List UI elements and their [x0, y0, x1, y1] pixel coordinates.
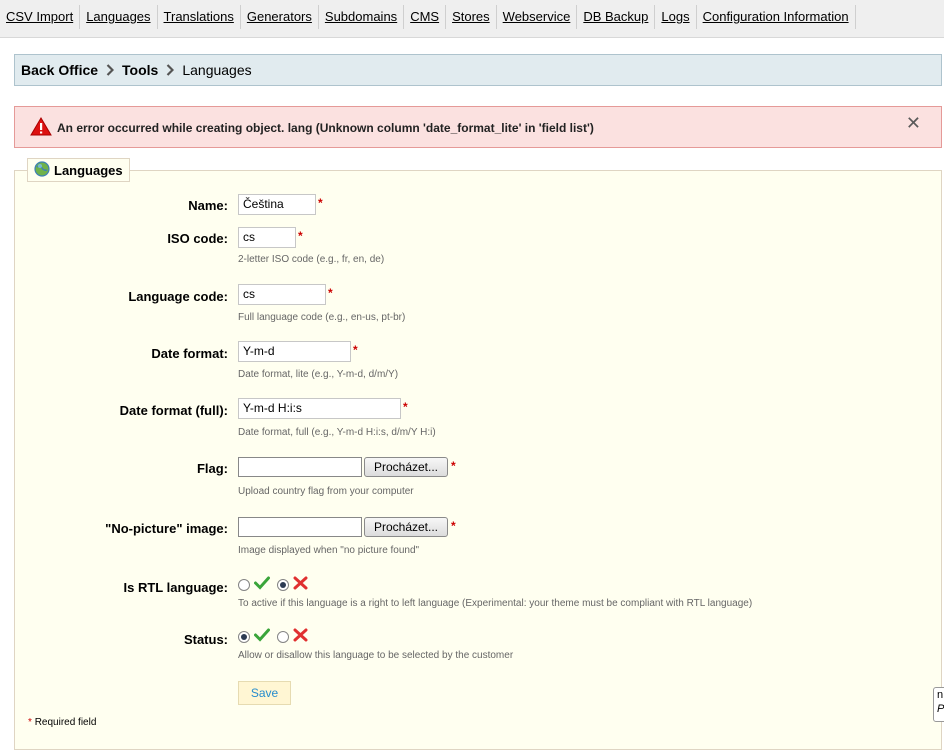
- no-picture-browse-button[interactable]: Procházet...: [364, 517, 448, 537]
- required-mark: *: [403, 400, 408, 414]
- flag-label: Flag:: [196, 461, 228, 476]
- save-button[interactable]: Save: [238, 681, 291, 705]
- tab-stores[interactable]: Stores: [446, 5, 497, 29]
- breadcrumb-tools[interactable]: Tools: [122, 62, 158, 78]
- green-check-icon: [254, 576, 270, 593]
- date-format-hint: Date format, lite (e.g., Y-m-d, d/m/Y): [238, 369, 399, 380]
- tools-tabs: CSV Import Languages Translations Genera…: [0, 5, 856, 29]
- date-format-full-label: Date format (full):: [119, 403, 228, 418]
- no-picture-file-input[interactable]: [238, 517, 362, 537]
- red-cross-icon: [293, 628, 308, 645]
- iso-code-label: ISO code:: [167, 231, 228, 246]
- language-code-input[interactable]: cs: [238, 284, 326, 305]
- fieldset-legend: Languages: [27, 158, 130, 182]
- required-mark: *: [318, 196, 323, 210]
- green-check-icon: [254, 628, 270, 645]
- tab-languages[interactable]: Languages: [80, 5, 158, 29]
- red-cross-icon: [293, 576, 308, 593]
- tab-cms[interactable]: CMS: [404, 5, 447, 29]
- status-label: Status:: [183, 632, 228, 647]
- legend-title: Languages: [54, 162, 123, 178]
- status-hint: Allow or disallow this language to be se…: [238, 650, 514, 661]
- flag-file-input[interactable]: [238, 457, 362, 477]
- rtl-no-radio[interactable]: [277, 579, 289, 591]
- warning-triangle-icon: [30, 117, 52, 139]
- flag-hint: Upload country flag from your computer: [238, 486, 414, 497]
- language-code-hint: Full language code (e.g., en-us, pt-br): [238, 312, 406, 323]
- language-code-label: Language code:: [128, 289, 228, 304]
- flag-browse-button[interactable]: Procházet...: [364, 457, 448, 477]
- chevron-right-icon: [158, 63, 182, 77]
- tab-generators[interactable]: Generators: [241, 5, 319, 29]
- tab-translations[interactable]: Translations: [158, 5, 241, 29]
- error-message-box: An error occurred while creating object.…: [14, 106, 942, 148]
- required-field-text: Required field: [34, 717, 97, 728]
- error-text: An error occurred while creating object.…: [57, 121, 594, 135]
- required-mark: *: [451, 459, 456, 473]
- status-no-radio[interactable]: [277, 631, 289, 643]
- top-tab-bar: CSV Import Languages Translations Genera…: [0, 0, 944, 38]
- languages-fieldset: [14, 170, 942, 750]
- required-mark: *: [451, 519, 456, 533]
- rtl-label: Is RTL language:: [123, 580, 229, 595]
- tab-csv-import[interactable]: CSV Import: [0, 5, 81, 29]
- name-label: Name:: [188, 198, 228, 213]
- tab-webservice[interactable]: Webservice: [497, 5, 578, 29]
- close-icon[interactable]: ✕: [906, 114, 921, 132]
- required-mark: *: [353, 343, 358, 357]
- breadcrumb-back-office[interactable]: Back Office: [21, 62, 98, 78]
- breadcrumb: Back Office Tools Languages: [14, 54, 942, 86]
- tooltip-line-2: P: [937, 703, 944, 715]
- date-format-input[interactable]: Y-m-d: [238, 341, 351, 362]
- globe-icon: [34, 160, 50, 180]
- iso-code-hint: 2-letter ISO code (e.g., fr, en, de): [238, 254, 385, 265]
- iso-code-input[interactable]: cs: [238, 227, 296, 248]
- tab-logs[interactable]: Logs: [655, 5, 697, 29]
- rtl-hint: To active if this language is a right to…: [238, 598, 753, 609]
- date-format-full-input[interactable]: Y-m-d H:i:s: [238, 398, 401, 419]
- required-mark: *: [298, 229, 303, 243]
- name-input[interactable]: Čeština: [238, 194, 316, 215]
- required-mark: *: [28, 717, 32, 728]
- no-picture-hint: Image displayed when "no picture found": [238, 545, 420, 556]
- required-mark: *: [328, 286, 333, 300]
- status-yes-radio[interactable]: [238, 631, 250, 643]
- breadcrumb-languages: Languages: [182, 62, 252, 78]
- date-format-label: Date format:: [151, 346, 228, 361]
- required-field-note: * Required field: [28, 717, 96, 728]
- rtl-yes-radio[interactable]: [238, 579, 250, 591]
- tab-db-backup[interactable]: DB Backup: [577, 5, 656, 29]
- tab-configuration-information[interactable]: Configuration Information: [697, 5, 856, 29]
- chevron-right-icon: [98, 63, 122, 77]
- tooltip-line-1: n: [937, 689, 944, 701]
- no-picture-label: "No-picture" image:: [105, 521, 228, 536]
- tooltip-fragment: n P: [933, 687, 944, 722]
- date-format-full-hint: Date format, full (e.g., Y-m-d H:i:s, d/…: [238, 427, 436, 438]
- tab-subdomains[interactable]: Subdomains: [319, 5, 405, 29]
